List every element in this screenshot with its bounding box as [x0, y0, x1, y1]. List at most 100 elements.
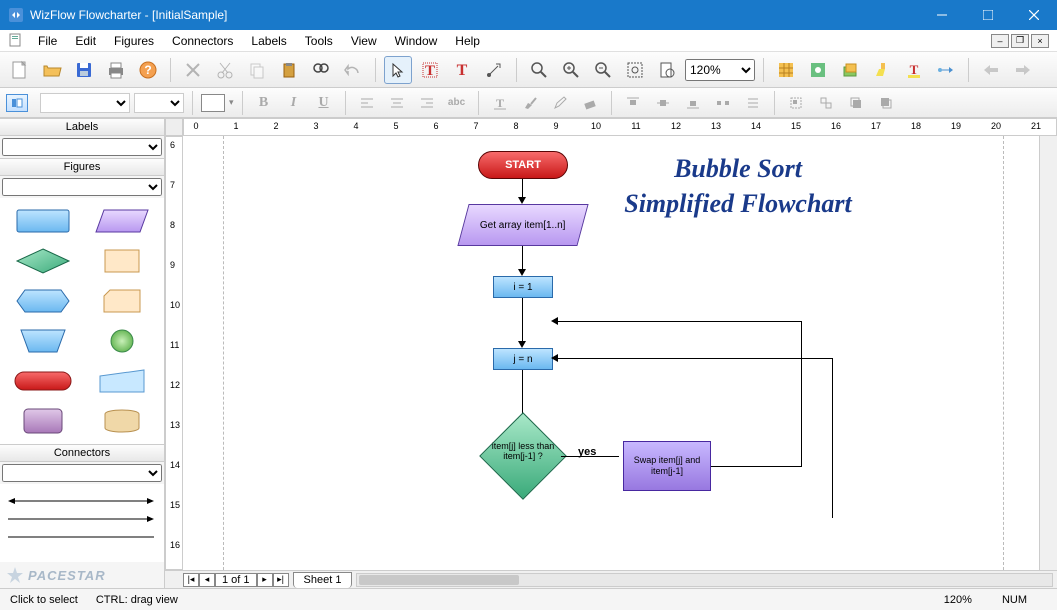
decision-node[interactable]: item[j] less than item[j-1] ?	[479, 412, 567, 500]
mdi-close[interactable]: ×	[1031, 34, 1049, 48]
text-case-button[interactable]: abc	[444, 91, 470, 115]
flowchart-title[interactable]: Bubble Sort Simplified Flowchart	[623, 151, 853, 221]
figure-database[interactable]	[85, 404, 158, 438]
figure-data[interactable]	[85, 204, 158, 238]
figure-rect[interactable]	[85, 244, 158, 278]
print-button[interactable]	[102, 56, 130, 84]
zoom-select[interactable]: 120%	[685, 59, 755, 81]
input-node[interactable]: Get array item[1..n]	[457, 204, 588, 246]
group-button[interactable]	[783, 91, 809, 115]
menu-figures[interactable]: Figures	[106, 32, 162, 50]
mdi-minimize[interactable]: –	[991, 34, 1009, 48]
size-select[interactable]	[134, 93, 184, 113]
text-color-button[interactable]: T	[900, 56, 928, 84]
menu-view[interactable]: View	[343, 32, 385, 50]
mdi-restore[interactable]: ❐	[1011, 34, 1029, 48]
zoom-fit-button[interactable]	[621, 56, 649, 84]
menu-connectors[interactable]: Connectors	[164, 32, 241, 50]
nav-forward-button[interactable]	[1009, 56, 1037, 84]
figure-connector-circle[interactable]	[85, 324, 158, 358]
connectors-select[interactable]	[2, 464, 163, 482]
figures-select[interactable]	[2, 178, 163, 196]
italic-button[interactable]: I	[281, 91, 307, 115]
bold-button[interactable]: B	[251, 91, 277, 115]
menu-window[interactable]: Window	[387, 32, 446, 50]
text-label-tool[interactable]: T	[448, 56, 476, 84]
canvas[interactable]: Bubble Sort Simplified Flowchart START G…	[183, 136, 1039, 570]
connector-arrow[interactable]	[6, 510, 158, 528]
back-button[interactable]	[873, 91, 899, 115]
paste-button[interactable]	[275, 56, 303, 84]
snap-button[interactable]	[804, 56, 832, 84]
page-last[interactable]: ▸|	[273, 573, 289, 587]
align-center-button[interactable]	[384, 91, 410, 115]
figure-display[interactable]	[6, 404, 79, 438]
style-select[interactable]	[40, 93, 130, 113]
connectors-panel-header[interactable]: Connectors	[0, 444, 164, 462]
zoom-in-button[interactable]	[557, 56, 585, 84]
page-first[interactable]: |◂	[183, 573, 199, 587]
find-button[interactable]	[307, 56, 335, 84]
valign-top-button[interactable]	[620, 91, 646, 115]
flow-button[interactable]	[932, 56, 960, 84]
figure-decision[interactable]	[6, 244, 79, 278]
grid-button[interactable]	[772, 56, 800, 84]
horizontal-ruler[interactable]: 0 1 2 3 4 5 6 7 8 9 10 11 12 13 14 15 16…	[183, 118, 1057, 136]
figure-terminator[interactable]	[6, 364, 79, 398]
ungroup-button[interactable]	[813, 91, 839, 115]
vertical-ruler[interactable]: 6 7 8 9 10 11 12 13 14 15 16	[165, 136, 183, 570]
menu-help[interactable]: Help	[447, 32, 488, 50]
copy-button[interactable]	[243, 56, 271, 84]
menu-tools[interactable]: Tools	[297, 32, 341, 50]
pen-button[interactable]	[547, 91, 573, 115]
start-node[interactable]: START	[478, 151, 568, 179]
labels-panel-header[interactable]: Labels	[0, 118, 164, 136]
swap-node[interactable]: Swap item[j] and item[j-1]	[623, 441, 711, 491]
brush-button[interactable]	[517, 91, 543, 115]
underline-button[interactable]: U	[311, 91, 337, 115]
save-button[interactable]	[70, 56, 98, 84]
connector-line[interactable]	[6, 528, 158, 546]
close-button[interactable]	[1011, 0, 1057, 30]
connector-tool[interactable]	[480, 56, 508, 84]
minimize-button[interactable]	[919, 0, 965, 30]
spacing-button[interactable]	[740, 91, 766, 115]
delete-button[interactable]	[179, 56, 207, 84]
menu-labels[interactable]: Labels	[243, 32, 294, 50]
maximize-button[interactable]	[965, 0, 1011, 30]
figure-manual-input[interactable]	[85, 364, 158, 398]
front-button[interactable]	[843, 91, 869, 115]
fill-color[interactable]	[201, 94, 225, 112]
figures-panel-header[interactable]: Figures	[0, 158, 164, 176]
figure-manual[interactable]	[6, 324, 79, 358]
text-effect-button[interactable]: T	[487, 91, 513, 115]
menu-file[interactable]: File	[30, 32, 65, 50]
panel-toggle[interactable]	[6, 94, 28, 112]
zoom-tool[interactable]	[525, 56, 553, 84]
menu-edit[interactable]: Edit	[67, 32, 104, 50]
highlight-button[interactable]	[868, 56, 896, 84]
undo-button[interactable]	[339, 56, 367, 84]
align-left-button[interactable]	[354, 91, 380, 115]
connector-double-arrow[interactable]	[6, 492, 158, 510]
zoom-out-button[interactable]	[589, 56, 617, 84]
figure-prep[interactable]	[6, 284, 79, 318]
cut-button[interactable]	[211, 56, 239, 84]
open-button[interactable]	[38, 56, 66, 84]
init-i-node[interactable]: i = 1	[493, 276, 553, 298]
valign-bot-button[interactable]	[680, 91, 706, 115]
page-next[interactable]: ▸	[257, 573, 273, 587]
figure-card[interactable]	[85, 284, 158, 318]
eraser-button[interactable]	[577, 91, 603, 115]
labels-select[interactable]	[2, 138, 163, 156]
valign-mid-button[interactable]	[650, 91, 676, 115]
page-prev[interactable]: ◂	[199, 573, 215, 587]
sheet-tab[interactable]: Sheet 1	[293, 572, 353, 588]
align-right-button[interactable]	[414, 91, 440, 115]
zoom-page-button[interactable]	[653, 56, 681, 84]
horizontal-scrollbar[interactable]	[356, 573, 1053, 587]
vertical-scrollbar[interactable]	[1039, 136, 1057, 570]
figure-process[interactable]	[6, 204, 79, 238]
pointer-tool[interactable]	[384, 56, 412, 84]
layers-button[interactable]	[836, 56, 864, 84]
